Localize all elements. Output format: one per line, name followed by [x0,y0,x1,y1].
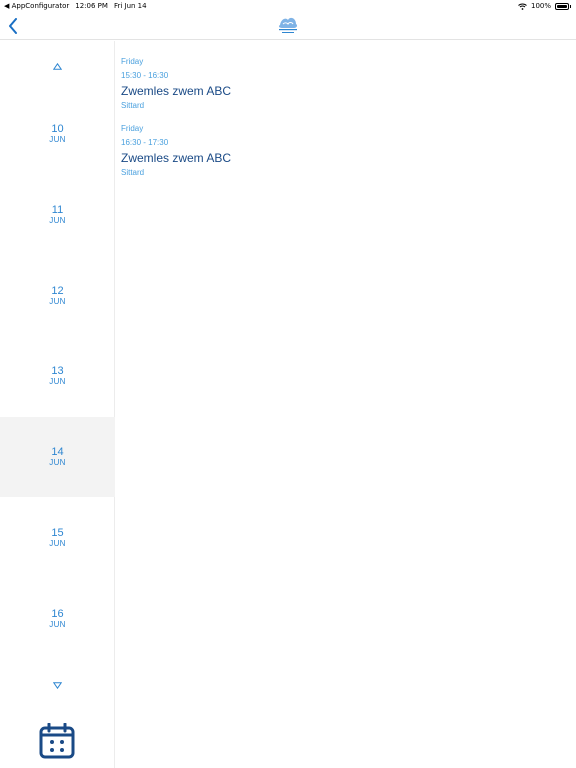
nav-bar [0,12,576,40]
day-month: JUN [49,135,66,144]
back-to-app-link[interactable]: ◀ AppConfigurator [4,2,69,10]
battery-icon [555,2,569,10]
day-number: 11 [51,204,64,216]
status-bar: ◀ AppConfigurator 12:06 PM Fri Jun 14 10… [0,0,576,12]
calendar-icon[interactable] [39,723,75,759]
event-title[interactable]: Zwemles zwem ABC [121,151,231,165]
wifi-icon [518,3,527,10]
scroll-up-button[interactable] [0,63,115,70]
event-weekday: Friday [121,57,144,66]
day-month: JUN [49,377,66,386]
day-rail: 10 JUN 11 JUN 12 JUN 13 JUN 14 JUN 15 JU… [0,41,115,768]
event-title[interactable]: Zwemles zwem ABC [121,84,231,98]
day-number: 13 [51,365,64,377]
triangle-down-icon [53,682,62,689]
event-location: Sittard [121,168,145,177]
day-item-14[interactable]: 14 JUN [0,417,115,497]
event-item[interactable]: Friday 15:30 - 16:30 Zwemles zwem ABC Si… [121,57,561,110]
event-time: 16:30 - 17:30 [121,138,169,147]
chevron-left-icon [9,18,17,34]
day-item-11[interactable]: 11 JUN [0,175,115,255]
day-month: JUN [49,620,66,629]
event-time: 15:30 - 16:30 [121,71,169,80]
day-month: JUN [49,216,66,225]
day-number: 12 [51,285,64,297]
day-item-12[interactable]: 12 JUN [0,256,115,336]
status-date: Fri Jun 14 [113,2,147,10]
status-time: 12:06 PM [75,2,108,10]
scroll-down-button[interactable] [0,682,115,689]
day-number: 16 [51,608,64,620]
day-item-16[interactable]: 16 JUN [0,579,115,659]
day-item-10[interactable]: 10 JUN [0,94,115,174]
day-item-13[interactable]: 13 JUN [0,336,115,416]
day-item-15[interactable]: 15 JUN [0,498,115,578]
club-logo-icon [278,17,298,33]
day-number: 14 [51,446,64,458]
battery-percent: 100% [530,2,551,10]
day-month: JUN [49,297,66,306]
event-item[interactable]: Friday 16:30 - 17:30 Zwemles zwem ABC Si… [121,124,561,177]
day-month: JUN [49,539,66,548]
event-location: Sittard [121,101,145,110]
back-button[interactable] [4,16,22,36]
triangle-up-icon [53,63,62,70]
day-number: 10 [51,123,64,135]
day-number: 15 [51,527,64,539]
event-weekday: Friday [121,124,144,133]
day-month: JUN [49,458,66,467]
